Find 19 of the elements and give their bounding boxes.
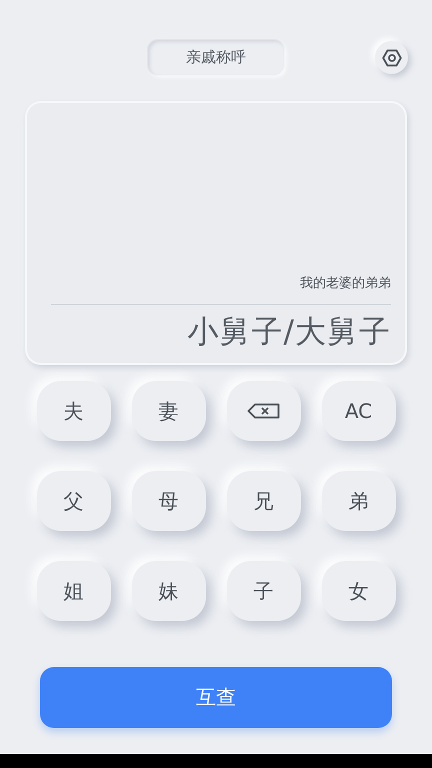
keypad-key[interactable]: 女 (322, 561, 396, 621)
relation-expression: 我的老婆的弟弟 (300, 275, 391, 293)
keypad-key[interactable]: 妻 (132, 381, 206, 441)
keypad-key[interactable]: 妹 (132, 561, 206, 621)
keypad-key[interactable]: 子 (226, 561, 300, 621)
keypad-key[interactable]: 父 (36, 471, 110, 531)
keypad-key[interactable]: 姐 (36, 561, 110, 621)
keypad-key[interactable]: 弟 (322, 471, 396, 531)
keypad-key[interactable]: 兄 (226, 471, 300, 531)
relation-result: 小舅子/大舅子 (188, 313, 391, 352)
settings-icon (382, 48, 402, 66)
page-title: 亲戚称呼 (148, 40, 284, 75)
lookup-button[interactable]: 互查 (40, 667, 392, 728)
settings-button[interactable] (375, 41, 408, 74)
keypad-key[interactable]: AC (322, 381, 396, 441)
keypad-key[interactable]: 母 (132, 471, 206, 531)
backspace-icon (246, 403, 280, 419)
keypad-key[interactable]: 夫 (36, 381, 110, 441)
backspace-key[interactable] (226, 381, 300, 441)
